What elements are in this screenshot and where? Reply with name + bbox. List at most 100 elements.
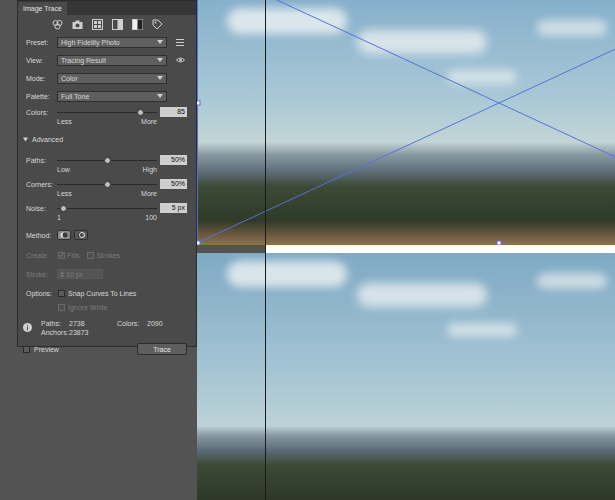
create-option[interactable]: Strokes [87,251,120,260]
checkbox[interactable] [23,346,30,353]
checkbox[interactable] [58,252,65,259]
dropdown[interactable]: Tracing Result [57,55,167,66]
field-label: View: [26,56,57,65]
outline-icon[interactable] [152,19,163,30]
trace-stats: Paths:2738Colors:2090Anchors:23873 [18,316,196,337]
trace-button[interactable]: Trace [137,343,187,355]
dropdown-field: Preset:High Fidelity Photo [26,35,196,49]
canvas-gap [197,245,615,253]
slider-thumb[interactable] [60,205,67,212]
method-field: Method: [26,229,196,241]
preview-checkbox[interactable]: Preview [23,345,59,354]
value-field[interactable]: 85 [160,107,187,117]
slider-max-label: 100 [145,214,157,222]
preset-menu-icon[interactable] [176,39,184,46]
illustrator-workspace: Image TracePreset:High Fidelity PhotoVie… [0,0,615,500]
cloud [537,20,607,36]
method-button[interactable] [74,230,88,240]
cloud [227,261,347,287]
preset-icons [18,19,196,30]
spinner-icon [60,271,64,278]
slider-min-label: Low [57,166,70,174]
cloud [357,283,487,307]
value-field[interactable]: 50% [160,179,187,189]
option-row: Ignore White [26,301,196,313]
panel-title-bar: Image Trace [18,1,196,15]
dropdown-field: Palette:Full Tone [26,89,196,103]
auto-color-icon[interactable] [52,19,63,30]
triangle-down-icon [23,137,28,142]
stat-value: 2090 [147,319,177,328]
slider-thumb[interactable] [137,109,144,116]
panel-tab[interactable]: Image Trace [18,2,67,15]
black-white-icon[interactable] [132,19,143,30]
stat-label: Anchors: [41,328,69,337]
stat-label: Paths: [41,319,69,328]
chevron-down-icon [157,58,163,62]
chevron-down-icon [157,76,163,80]
slider-max-label: More [141,118,157,126]
option-checkbox[interactable]: Ignore White [58,303,108,312]
slider-track[interactable] [57,109,157,116]
cloud [537,273,607,289]
field-label: Corners: [26,180,57,189]
slider-thumb[interactable] [104,181,111,188]
camera-icon[interactable] [72,19,83,30]
cloud [357,30,487,54]
grid-icon[interactable] [92,19,103,30]
chevron-down-icon [157,40,163,44]
field-label: Paths: [26,156,57,165]
field-label: Colors: [26,108,57,117]
selection-bounding-box[interactable] [197,0,615,245]
cloud [227,8,347,34]
grayscale-icon[interactable] [112,19,123,30]
stroke-input[interactable]: 10 px [57,269,103,279]
eye-icon[interactable] [176,57,185,63]
dropdown[interactable]: High Fidelity Photo [57,37,167,48]
overlapping-icon [77,232,85,238]
option-row: Options:Snap Curves To Lines [26,287,196,299]
dropdown-field: View:Tracing Result [26,53,196,67]
checkbox[interactable] [58,304,65,311]
dropdown[interactable]: Full Tone [57,91,167,102]
field-label: Noise: [26,204,57,213]
field-label: Create: [26,251,57,260]
info-icon [23,323,32,332]
slider-track[interactable] [57,181,157,188]
panel-footer: Preview Trace [18,343,196,355]
create-option[interactable]: Fills [58,251,79,260]
field-label: Stroke: [26,270,57,279]
artboard-edge-line [265,0,266,500]
check-icon [59,252,64,258]
slider-field: Colors: 85 Less More [26,106,196,126]
chevron-down-icon [157,94,163,98]
field-label: Preset: [26,38,57,47]
field-label: Palette: [26,92,57,101]
slider-track[interactable] [57,205,157,212]
slider-field: Noise:5 px1100 [26,202,196,222]
option-checkbox[interactable]: Snap Curves To Lines [58,289,136,298]
slider-track[interactable] [57,157,157,164]
create-field: Create:Fills Strokes [26,249,196,261]
dropdown-field: Mode:Color [26,71,196,85]
dropdown[interactable]: Color [57,73,167,84]
traced-photo[interactable] [197,0,615,245]
value-field[interactable]: 5 px [160,203,187,213]
slider-min-label: Less [57,118,72,126]
slider-min-label: Less [57,190,72,198]
stroke-field: Stroke:10 px [26,268,196,280]
value-field[interactable]: 50% [160,155,187,165]
advanced-toggle[interactable]: Advanced [23,134,196,144]
slider-max-label: More [141,190,157,198]
original-photo[interactable] [197,253,615,500]
stat-value: 2738 [69,319,117,328]
field-label: Options: [26,289,57,298]
checkbox[interactable] [58,290,65,297]
method-button[interactable] [57,230,71,240]
slider-field: Corners: 50% Less More [26,178,196,198]
checkbox[interactable] [87,252,94,259]
cloud [447,70,517,84]
slider-thumb[interactable] [104,157,111,164]
stat-value: 23873 [69,328,117,337]
artboard-canvas [197,0,615,500]
